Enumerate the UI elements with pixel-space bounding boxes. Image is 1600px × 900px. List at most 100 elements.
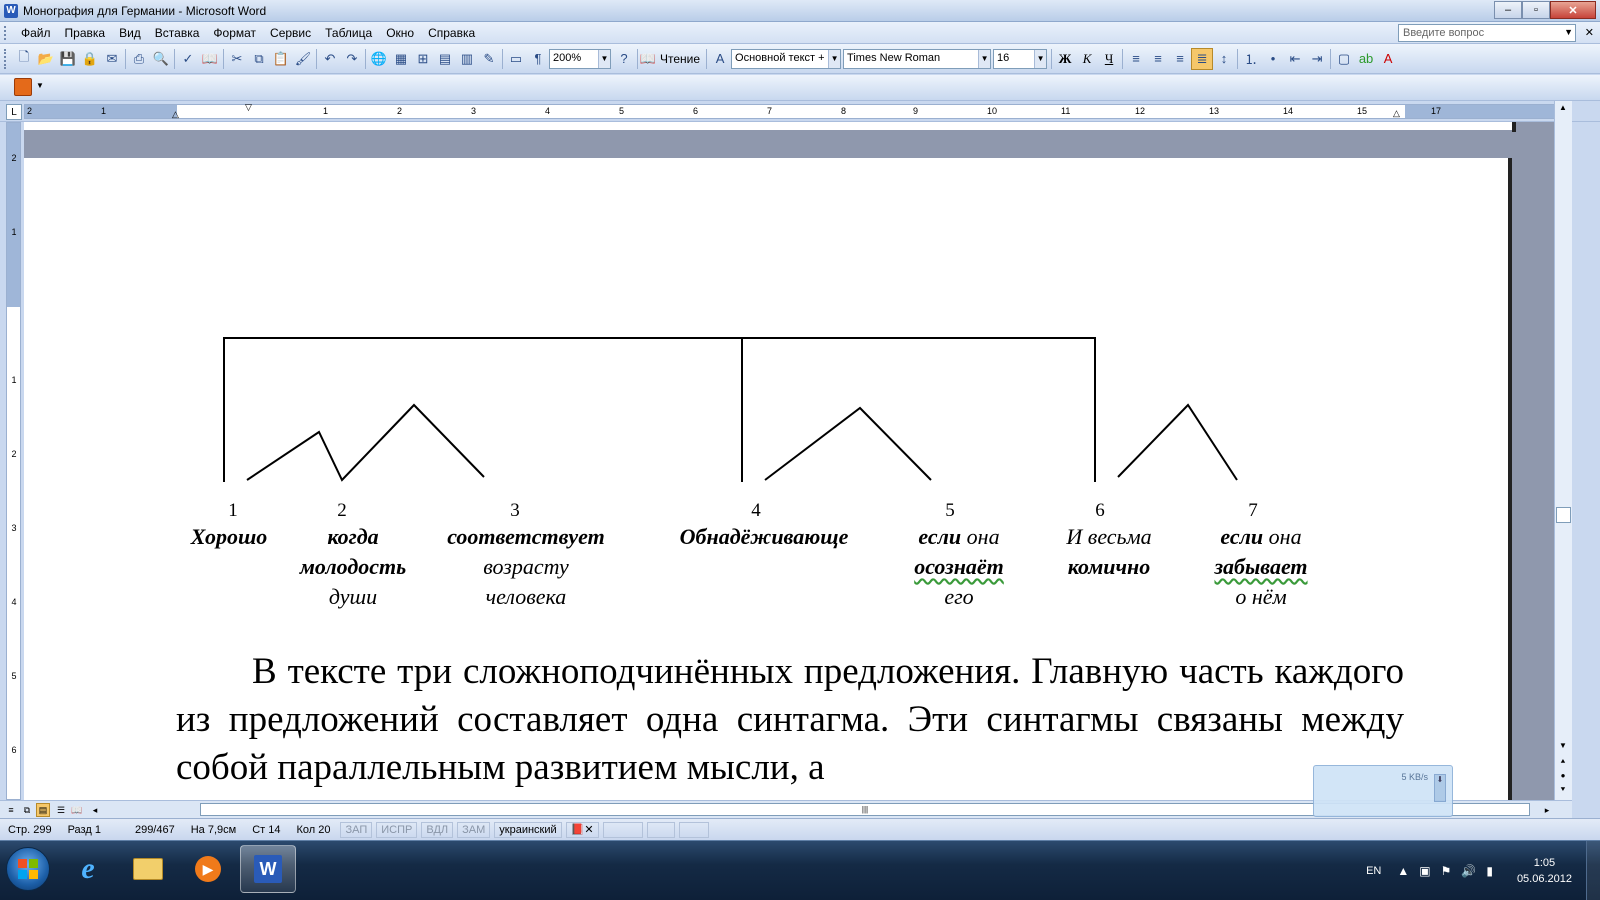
explorer-folder-icon[interactable] [120, 845, 176, 893]
format-painter-icon[interactable]: 🖌 [292, 48, 314, 70]
columns-icon[interactable]: ▥ [456, 48, 478, 70]
device-icon[interactable]: ▣ [1419, 864, 1430, 878]
menu-view[interactable]: Вид [112, 26, 148, 40]
status-page[interactable]: Стр. 299 [0, 824, 60, 836]
scroll-down-icon[interactable]: ▼ [1555, 741, 1571, 755]
insert-excel-icon[interactable]: ▤ [434, 48, 456, 70]
highlight-icon[interactable]: ab [1355, 48, 1377, 70]
scrollbar-thumb[interactable] [1556, 507, 1571, 523]
bullets-icon[interactable]: • [1262, 48, 1284, 70]
numbering-icon[interactable]: ⒈ [1240, 48, 1262, 70]
vertical-scrollbar[interactable]: ▲ ▼ ⯅ ● ⯆ [1554, 101, 1572, 800]
print-preview-icon[interactable]: 🔍 [150, 48, 172, 70]
underline-button[interactable]: Ч [1098, 48, 1120, 70]
status-overtype[interactable]: ЗАМ [457, 821, 491, 838]
close-button[interactable]: ✕ [1550, 1, 1596, 19]
action-center-flag-icon[interactable]: ⚑ [1441, 864, 1452, 878]
network-signal-icon[interactable]: ▮ [1486, 864, 1493, 878]
italic-button[interactable]: К [1076, 48, 1098, 70]
borders-icon[interactable]: ▢ [1333, 48, 1355, 70]
status-extend[interactable]: ВДЛ [421, 821, 454, 838]
document-close-icon[interactable]: ✕ [1585, 26, 1594, 39]
tables-borders-icon[interactable]: ▦ [390, 48, 412, 70]
network-speed-popup[interactable]: 5 KB/s ⬇ [1313, 765, 1453, 817]
show-formatting-icon[interactable]: ¶ [527, 48, 549, 70]
cut-icon[interactable]: ✂ [226, 48, 248, 70]
left-indent-marker[interactable]: △ [172, 110, 179, 119]
status-language[interactable]: украинский [494, 821, 562, 838]
document-page[interactable]: 1 2 3 4 5 6 7 Хорошо когда молодость душ… [24, 158, 1512, 800]
hyperlink-icon[interactable]: 🌐 [368, 48, 390, 70]
ask-dropdown-icon[interactable]: ▼ [1564, 27, 1573, 37]
align-right-icon[interactable]: ≡ [1169, 48, 1191, 70]
tab-selector[interactable]: L [6, 104, 22, 120]
increase-indent-icon[interactable]: ⇥ [1306, 48, 1328, 70]
menu-tools[interactable]: Сервис [263, 26, 318, 40]
chevron-down-icon[interactable]: ▼ [36, 81, 44, 90]
spelling-icon[interactable]: ✓ [177, 48, 199, 70]
font-select[interactable]: Times New Roman ▼ [843, 48, 992, 69]
show-desktop-button[interactable] [1586, 841, 1600, 900]
menu-help[interactable]: Справка [421, 26, 482, 40]
bold-button[interactable]: Ж [1054, 48, 1076, 70]
scroll-up-icon[interactable]: ▲ [1555, 103, 1571, 117]
next-page-icon[interactable]: ⯆ [1555, 785, 1571, 799]
web-view-icon[interactable]: ⧉ [20, 803, 34, 817]
email-icon[interactable]: ✉ [101, 48, 123, 70]
media-player-icon[interactable]: ▶ [180, 845, 236, 893]
select-browse-object-icon[interactable]: ● [1555, 771, 1571, 785]
show-hidden-icons-icon[interactable]: ▲ [1397, 864, 1409, 878]
toolbar-grip[interactable] [4, 48, 10, 69]
internet-explorer-icon[interactable]: e [60, 845, 116, 893]
menu-insert[interactable]: Вставка [148, 26, 207, 40]
body-paragraph[interactable]: В тексте три сложноподчинённых предложен… [176, 648, 1404, 792]
help-icon[interactable]: ? [613, 48, 635, 70]
permission-icon[interactable]: 🔒 [79, 48, 101, 70]
document-map-icon[interactable]: ▭ [505, 48, 527, 70]
font-size-select[interactable]: 16 ▼ [993, 48, 1048, 69]
minimize-button[interactable]: – [1494, 1, 1522, 19]
document-area[interactable]: 1 2 3 4 5 6 7 Хорошо когда молодость душ… [24, 122, 1554, 800]
menu-table[interactable]: Таблица [318, 26, 379, 40]
status-record-macro[interactable]: ЗАП [340, 821, 373, 838]
new-document-icon[interactable]: 🗋 [13, 48, 35, 70]
chevron-down-icon[interactable]: ▼ [598, 49, 610, 68]
undo-icon[interactable]: ↶ [319, 48, 341, 70]
menu-edit[interactable]: Правка [58, 26, 113, 40]
word-taskbar-icon[interactable]: W [240, 845, 296, 893]
menu-format[interactable]: Формат [206, 26, 263, 40]
justify-icon[interactable]: ≣ [1191, 47, 1214, 70]
chevron-down-icon[interactable]: ▼ [1034, 49, 1047, 68]
print-icon[interactable]: ⎙ [128, 48, 150, 70]
previous-page-icon[interactable]: ⯅ [1555, 757, 1571, 771]
redo-icon[interactable]: ↷ [341, 48, 363, 70]
open-icon[interactable]: 📂 [35, 48, 57, 70]
clock[interactable]: 1:05 05.06.2012 [1517, 855, 1572, 887]
drawing-icon[interactable]: ✎ [478, 48, 500, 70]
save-icon[interactable]: 💾 [57, 48, 79, 70]
align-center-icon[interactable]: ≡ [1147, 48, 1169, 70]
start-button[interactable] [6, 847, 50, 891]
align-left-icon[interactable]: ≡ [1125, 48, 1147, 70]
volume-icon[interactable]: 🔊 [1461, 864, 1476, 878]
office-addin-icon[interactable] [14, 78, 32, 96]
styles-icon[interactable]: A [709, 48, 731, 70]
print-layout-icon[interactable]: ▤ [36, 803, 50, 817]
paste-icon[interactable]: 📋 [270, 48, 292, 70]
menu-window[interactable]: Окно [379, 26, 421, 40]
chevron-down-icon[interactable]: ▼ [978, 49, 991, 68]
chevron-down-icon[interactable]: ▼ [828, 49, 841, 68]
zoom-select[interactable]: 200% ▼ [549, 48, 611, 69]
outline-view-icon[interactable]: ☰ [54, 803, 68, 817]
maximize-button[interactable]: ▫ [1522, 1, 1550, 19]
line-spacing-icon[interactable]: ↕ [1213, 48, 1235, 70]
scroll-left-icon[interactable]: ◂ [88, 803, 102, 817]
reading-button[interactable]: Чтение [656, 52, 704, 66]
menu-grip[interactable] [4, 25, 10, 40]
vertical-ruler[interactable]: 2 1 1 2 3 4 5 6 [6, 122, 21, 800]
normal-view-icon[interactable]: ≡ [4, 803, 18, 817]
spelling-status-icon[interactable]: 📕✕ [565, 821, 599, 838]
insert-table-icon[interactable]: ⊞ [412, 48, 434, 70]
language-indicator[interactable]: EN [1366, 865, 1381, 877]
reading-view-icon[interactable]: 📖 [70, 803, 84, 817]
